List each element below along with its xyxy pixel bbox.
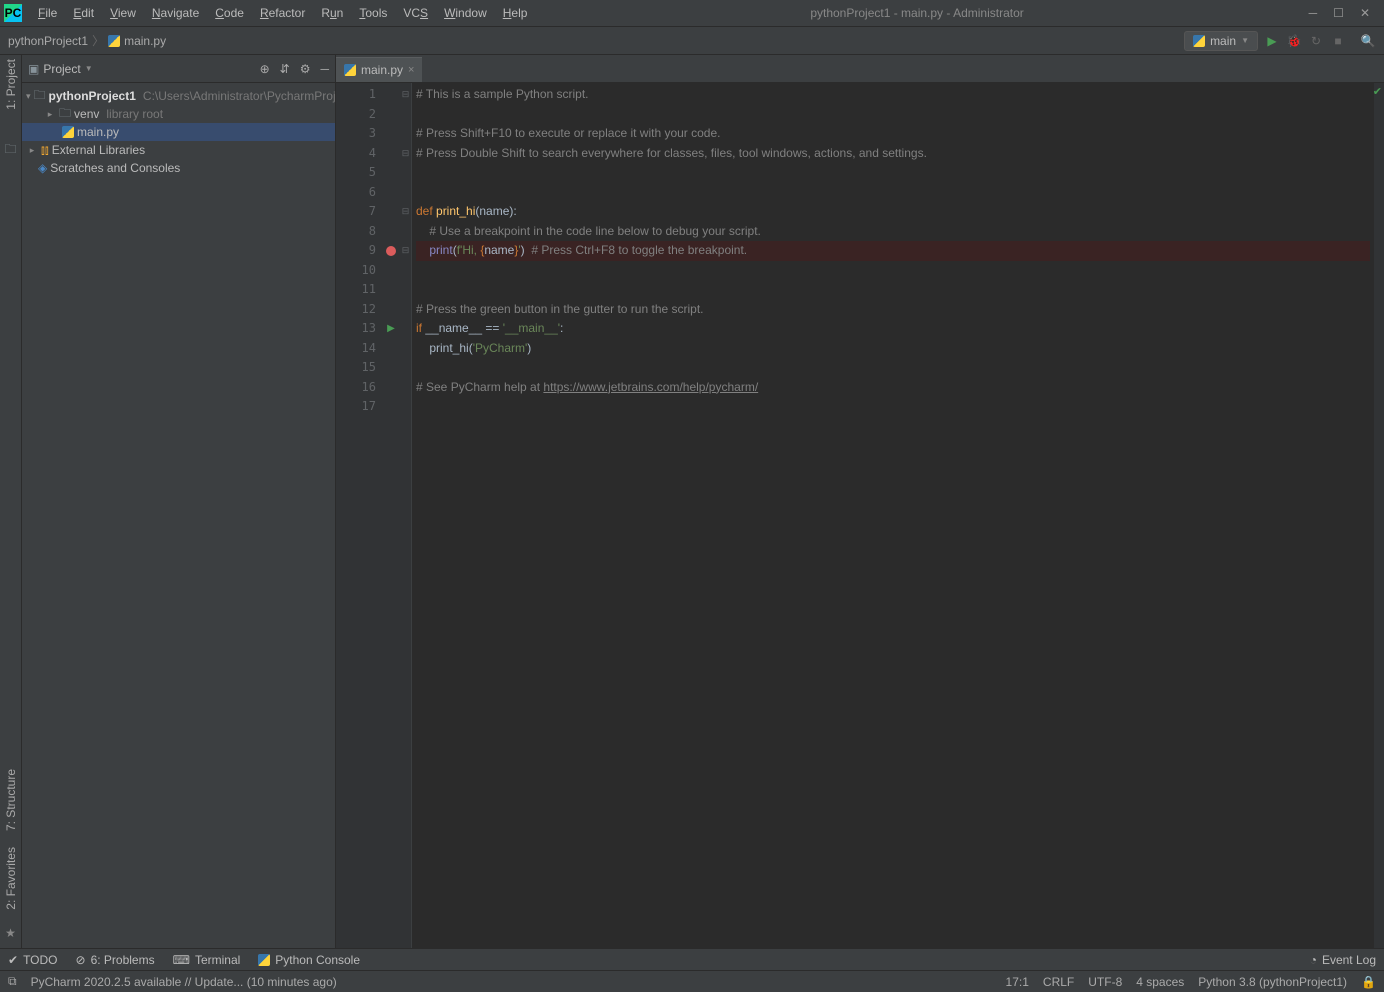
menu-tools[interactable]: Tools: [351, 2, 395, 24]
editor-tab-main[interactable]: main.py ×: [336, 57, 422, 82]
menu-help[interactable]: Help: [495, 2, 536, 24]
project-panel: ▣ Project ▼ ⊕ ⇵ ⚙ ─ ▾ 🗀 pythonProject1 C…: [22, 55, 336, 948]
status-hide-tools-icon[interactable]: ⧉: [8, 974, 17, 989]
project-panel-title[interactable]: ▣ Project ▼: [28, 62, 93, 76]
run-coverage-button[interactable]: ↻: [1308, 33, 1324, 49]
status-interpreter[interactable]: Python 3.8 (pythonProject1): [1198, 975, 1347, 989]
status-indent[interactable]: 4 spaces: [1136, 975, 1184, 989]
app-logo-icon: PC: [4, 4, 22, 22]
tool-project-icon[interactable]: 🗀: [4, 140, 16, 161]
python-file-icon: [108, 35, 120, 47]
stop-button[interactable]: ■: [1330, 33, 1346, 49]
inspection-gutter[interactable]: ✔: [1374, 83, 1384, 948]
tool-python-console-button[interactable]: Python Console: [258, 953, 360, 967]
tool-todo-button[interactable]: ✔TODO: [8, 953, 58, 967]
code-editor[interactable]: 1234567891011121314151617 ▶ ⊟⊟ ⊟ ⊟ # Thi…: [336, 83, 1384, 948]
run-button[interactable]: ▶: [1264, 33, 1280, 49]
run-config-selector[interactable]: main ▼: [1184, 31, 1258, 51]
fold-gutter[interactable]: ⊟⊟ ⊟ ⊟: [400, 83, 412, 948]
code-content[interactable]: # This is a sample Python script. # Pres…: [412, 83, 1374, 948]
status-line-separator[interactable]: CRLF: [1043, 975, 1074, 989]
status-cursor-position[interactable]: 17:1: [1006, 975, 1029, 989]
status-bar: ⧉ PyCharm 2020.2.5 available // Update..…: [0, 970, 1384, 992]
breakpoint-icon[interactable]: [386, 246, 396, 256]
library-icon: ⫾⫾: [41, 143, 49, 158]
folder-icon: 🗀: [59, 105, 71, 123]
tool-terminal-button[interactable]: ⌨Terminal: [173, 953, 241, 967]
problems-icon: ⊘: [76, 953, 86, 967]
breadcrumb-project[interactable]: pythonProject1: [8, 34, 88, 48]
tool-event-log-button[interactable]: ◔Event Log: [1310, 953, 1376, 967]
window-title: pythonProject1 - main.py - Administrator: [535, 6, 1298, 20]
menu-run[interactable]: Run: [313, 2, 351, 24]
status-message[interactable]: PyCharm 2020.2.5 available // Update... …: [31, 975, 337, 989]
status-encoding[interactable]: UTF-8: [1088, 975, 1122, 989]
menu-file[interactable]: File: [30, 2, 65, 24]
run-gutter-icon[interactable]: ▶: [387, 323, 395, 334]
window-close-icon[interactable]: ✕: [1360, 6, 1370, 20]
terminal-icon: ⌨: [173, 953, 190, 967]
locate-file-icon[interactable]: ⊕: [260, 62, 270, 76]
scratch-icon: ◈: [38, 161, 47, 175]
python-icon: [258, 954, 270, 966]
gutter-marks[interactable]: ▶: [382, 83, 400, 948]
tree-scratches[interactable]: ◈ Scratches and Consoles: [22, 159, 335, 177]
tree-venv[interactable]: ▸ 🗀 venv library root: [22, 105, 335, 123]
tree-file-main[interactable]: main.py: [22, 123, 335, 141]
menu-navigate[interactable]: Navigate: [144, 2, 207, 24]
search-everywhere-button[interactable]: 🔍: [1360, 33, 1376, 49]
debug-button[interactable]: 🐞: [1286, 33, 1302, 49]
tree-root[interactable]: ▾ 🗀 pythonProject1 C:\Users\Administrato…: [22, 87, 335, 105]
menu-code[interactable]: Code: [207, 2, 252, 24]
menu-refactor[interactable]: Refactor: [252, 2, 313, 24]
nav-bar: pythonProject1 〉 main.py main ▼ ▶ 🐞 ↻ ■ …: [0, 27, 1384, 55]
tool-structure-button[interactable]: 7: Structure: [4, 769, 18, 831]
status-lock-icon[interactable]: 🔒: [1361, 975, 1376, 989]
event-log-icon: ◔: [1310, 953, 1317, 967]
tool-favorites-star-icon[interactable]: ★: [5, 926, 16, 940]
left-tool-strip: 1: Project 🗀 7: Structure 2: Favorites ★: [0, 55, 22, 948]
titlebar: PC File Edit View Navigate Code Refactor…: [0, 0, 1384, 27]
dropdown-arrow-icon: ▼: [1241, 36, 1249, 45]
line-number-gutter[interactable]: 1234567891011121314151617: [336, 83, 382, 948]
breadcrumb-separator-icon: 〉: [88, 32, 108, 49]
menu-vcs[interactable]: VCS: [395, 2, 436, 24]
close-tab-icon[interactable]: ×: [408, 64, 414, 76]
menu-window[interactable]: Window: [436, 2, 495, 24]
menu-edit[interactable]: Edit: [65, 2, 102, 24]
python-file-icon: [344, 64, 356, 76]
project-tree[interactable]: ▾ 🗀 pythonProject1 C:\Users\Administrato…: [22, 83, 335, 181]
project-view-icon: ▣: [28, 62, 39, 76]
folder-icon: 🗀: [34, 87, 46, 105]
panel-hide-icon[interactable]: ─: [320, 62, 329, 76]
chevron-right-icon[interactable]: ▸: [26, 145, 38, 156]
breadcrumb-file[interactable]: main.py: [108, 34, 166, 48]
tool-favorites-button[interactable]: 2: Favorites: [4, 847, 18, 910]
menu-view[interactable]: View: [102, 2, 144, 24]
window-minimize-icon[interactable]: ─: [1309, 6, 1318, 20]
expand-all-icon[interactable]: ⇵: [280, 62, 290, 76]
tree-external-libraries[interactable]: ▸ ⫾⫾ External Libraries: [22, 141, 335, 159]
editor-tabs: main.py ×: [336, 55, 1384, 83]
project-view-dropdown-icon: ▼: [85, 64, 93, 73]
todo-icon: ✔: [8, 953, 18, 967]
chevron-down-icon[interactable]: ▾: [26, 91, 31, 102]
tool-project-button[interactable]: 1: Project: [4, 59, 18, 110]
python-icon: [1193, 35, 1205, 47]
inspection-ok-icon: ✔: [1373, 85, 1382, 98]
window-maximize-icon[interactable]: ☐: [1333, 6, 1344, 20]
chevron-right-icon[interactable]: ▸: [44, 109, 56, 120]
tool-problems-button[interactable]: ⊘6: Problems: [76, 953, 155, 967]
panel-settings-icon[interactable]: ⚙: [300, 62, 311, 76]
bottom-tool-strip: ✔TODO ⊘6: Problems ⌨Terminal Python Cons…: [0, 948, 1384, 970]
python-file-icon: [62, 126, 74, 138]
